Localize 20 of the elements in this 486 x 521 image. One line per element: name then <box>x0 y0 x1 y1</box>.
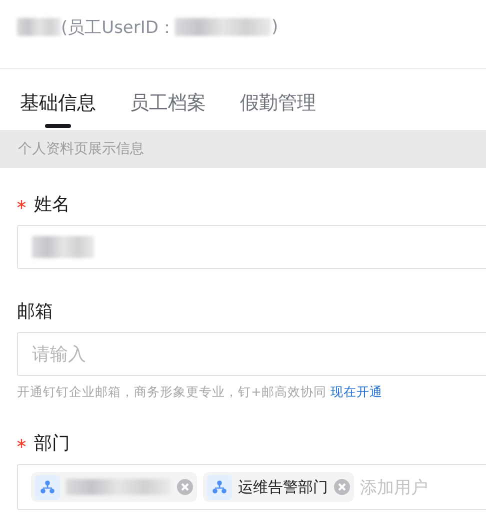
hint-text: 开通钉钉企业邮箱，商务形象更专业，钉+邮高效协同 现在开通 <box>17 384 384 401</box>
closing-parenthesis: ) <box>271 17 278 37</box>
field-label: 姓名 <box>34 193 70 216</box>
name-field[interactable] <box>17 225 486 269</box>
notice-bar: 个人资料页展示信息 <box>0 130 486 168</box>
field-label: 邮箱 <box>17 300 53 323</box>
org-icon <box>40 480 55 494</box>
department-field[interactable]: 运维告警部门 添加用户 <box>17 464 486 510</box>
tab[interactable]: 基础信息 <box>20 86 96 130</box>
remove-icon[interactable] <box>334 479 350 495</box>
tab[interactable]: 假勤管理 <box>240 86 316 130</box>
email-field[interactable]: 请输入 <box>17 332 486 376</box>
org-icon <box>212 480 227 494</box>
tab[interactable]: 员工档案 <box>130 86 206 130</box>
field-label: 部门 <box>34 432 70 455</box>
add-user-placeholder: 添加用户 <box>360 476 428 498</box>
user-id-label: (员工UserID： <box>61 16 176 38</box>
remove-icon[interactable] <box>177 479 193 495</box>
enable-link[interactable]: 现在开通 <box>330 384 382 399</box>
tag-label: 运维告警部门 <box>238 478 328 496</box>
